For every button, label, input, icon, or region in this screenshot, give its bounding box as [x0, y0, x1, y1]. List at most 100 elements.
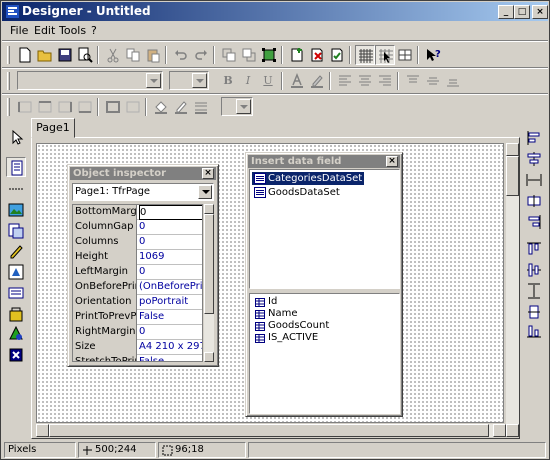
minimize-button[interactable]: _	[498, 5, 514, 19]
font-color-icon[interactable]	[287, 71, 307, 91]
field-item[interactable]: IS_ACTIVE	[252, 332, 318, 344]
align-left-edges-icon[interactable]	[524, 128, 544, 148]
chart-tool-icon[interactable]	[6, 324, 26, 344]
align-to-grid-icon[interactable]	[375, 45, 395, 65]
property-row[interactable]: Columns 0	[73, 235, 202, 250]
bring-to-front-icon[interactable]	[219, 45, 239, 65]
dataset-item[interactable]: GoodsDataSet	[252, 186, 340, 199]
memo-tool-icon[interactable]	[6, 283, 26, 303]
select-tool-icon[interactable]	[6, 128, 26, 148]
checkbox-tool-icon[interactable]	[6, 345, 26, 365]
property-value[interactable]: 0	[139, 325, 202, 340]
picture-tool-icon[interactable]	[6, 200, 26, 220]
maximize-button[interactable]: □	[514, 5, 530, 19]
align-middle-icon[interactable]	[423, 71, 443, 91]
field-item[interactable]: Name	[252, 308, 298, 320]
bold-button[interactable]: B	[219, 73, 237, 89]
open-icon[interactable]	[35, 45, 55, 65]
menu-help[interactable]: ?	[91, 24, 97, 37]
property-value[interactable]: 0	[139, 265, 202, 280]
property-row[interactable]: LeftMargin 0	[73, 265, 202, 280]
property-row[interactable]: ColumnGap 0	[73, 220, 202, 235]
line-tool-icon[interactable]	[6, 179, 26, 199]
align-left-icon[interactable]	[335, 71, 355, 91]
chevron-down-icon[interactable]	[146, 73, 161, 88]
cut-icon[interactable]	[103, 45, 123, 65]
field-item[interactable]: GoodsCount	[252, 320, 329, 332]
copy-icon[interactable]	[123, 45, 143, 65]
frame-top-icon[interactable]	[35, 97, 55, 117]
help-cursor-icon[interactable]: ?	[423, 45, 443, 65]
property-value[interactable]: False	[139, 355, 202, 361]
property-row[interactable]: BottomMargin0	[73, 205, 202, 220]
property-value[interactable]: 0	[139, 235, 202, 250]
toolbar-grip[interactable]	[7, 98, 10, 116]
property-row[interactable]: PrintToPrevPa False	[73, 310, 202, 325]
property-value[interactable]: A4 210 x 297	[139, 340, 202, 355]
property-value[interactable]: 1069	[139, 250, 202, 265]
frame-bottom-icon[interactable]	[75, 97, 95, 117]
menu-file[interactable]: File	[10, 24, 28, 37]
property-value[interactable]: 0	[139, 205, 202, 220]
fill-color-icon[interactable]	[151, 97, 171, 117]
add-page-icon[interactable]	[287, 45, 307, 65]
scroll-down-button[interactable]	[204, 352, 214, 362]
property-row[interactable]: RightMargin 0	[73, 325, 202, 340]
center-vertically-icon[interactable]	[524, 302, 544, 322]
object-inspector-title[interactable]: Object inspector ×	[70, 167, 216, 180]
fit-to-grid-icon[interactable]	[395, 45, 415, 65]
tab-page1[interactable]: Page1	[31, 118, 75, 138]
chevron-down-icon[interactable]	[192, 73, 207, 88]
align-top-icon[interactable]	[403, 71, 423, 91]
close-icon[interactable]: ×	[202, 168, 214, 179]
scroll-down-button[interactable]	[506, 424, 519, 437]
barcode-tool-icon[interactable]	[6, 304, 26, 324]
align-right-edges-icon[interactable]	[524, 212, 544, 232]
horizontal-scroll-thumb[interactable]	[49, 424, 489, 437]
property-value[interactable]: 0	[139, 220, 202, 235]
title-bar[interactable]: Designer - Untitled _ □ ×	[2, 2, 548, 21]
new-icon[interactable]	[15, 45, 35, 65]
align-right-icon[interactable]	[375, 71, 395, 91]
center-horizontally-icon[interactable]	[524, 191, 544, 211]
field-item[interactable]: Id	[252, 296, 277, 308]
close-icon[interactable]: ×	[386, 156, 398, 167]
property-row[interactable]: StretchToPrintFalse	[73, 355, 202, 361]
object-selector[interactable]: Page1: TfrPage	[72, 183, 214, 201]
align-top-edges-icon[interactable]	[524, 239, 544, 259]
redo-icon[interactable]	[191, 45, 211, 65]
toolbar-grip[interactable]	[7, 46, 10, 64]
dataset-item[interactable]: CategoriesDataSet	[252, 172, 365, 185]
scroll-up-button[interactable]	[506, 143, 519, 156]
save-icon[interactable]	[55, 45, 75, 65]
page-properties-icon[interactable]	[327, 45, 347, 65]
property-row[interactable]: Size A4 210 x 297	[73, 340, 202, 355]
pen-tool-icon[interactable]	[6, 241, 26, 261]
chevron-down-icon[interactable]	[236, 99, 251, 114]
insert-data-field-title[interactable]: Insert data field ×	[248, 155, 400, 168]
frame-none-icon[interactable]	[123, 97, 143, 117]
menu-edit[interactable]: Edit	[34, 24, 55, 37]
align-h-centers-icon[interactable]	[524, 149, 544, 169]
property-value[interactable]: False	[139, 310, 202, 325]
property-value[interactable]: poPortrait	[139, 295, 202, 310]
band-tool-icon[interactable]	[6, 157, 26, 177]
undo-icon[interactable]	[171, 45, 191, 65]
shape-tool-icon[interactable]	[6, 262, 26, 282]
property-scroll-thumb[interactable]	[204, 214, 214, 314]
font-size-combo[interactable]	[169, 71, 209, 90]
preview-icon[interactable]	[75, 45, 95, 65]
align-v-centers-icon[interactable]	[524, 260, 544, 280]
font-name-combo[interactable]	[17, 71, 163, 90]
group-icon[interactable]	[259, 45, 279, 65]
scroll-left-button[interactable]	[36, 424, 49, 437]
align-bottom-edges-icon[interactable]	[524, 321, 544, 341]
toolbar-grip[interactable]	[7, 72, 10, 90]
frame-right-icon[interactable]	[55, 97, 75, 117]
send-to-back-icon[interactable]	[239, 45, 259, 65]
scroll-up-button[interactable]	[204, 204, 214, 214]
frame-all-icon[interactable]	[103, 97, 123, 117]
subreport-tool-icon[interactable]	[6, 221, 26, 241]
remove-page-icon[interactable]	[307, 45, 327, 65]
property-row[interactable]: OnBeforePrint(OnBeforePrin	[73, 280, 202, 295]
